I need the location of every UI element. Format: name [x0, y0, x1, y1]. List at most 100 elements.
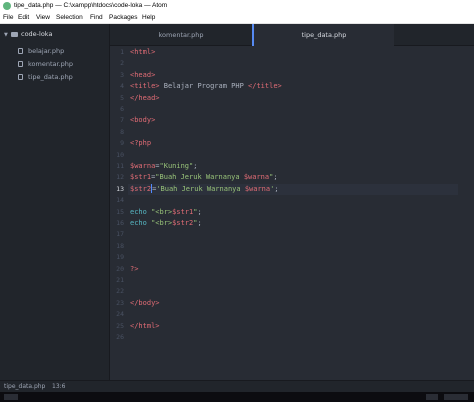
- editor-scrollbar[interactable]: [466, 46, 474, 380]
- code-token: ?>: [130, 264, 139, 273]
- line-number: 18: [116, 241, 124, 250]
- code-token: $str1: [172, 207, 194, 216]
- code-token: $warna: [243, 173, 270, 182]
- code-token: </body>: [130, 298, 160, 307]
- chevron-down-icon: ▼: [4, 32, 8, 38]
- code-token: $warna: [244, 184, 271, 193]
- code-token: ;: [197, 219, 202, 227]
- code-line[interactable]: <head>: [130, 70, 460, 81]
- line-number: 15: [116, 207, 124, 216]
- code-line[interactable]: echo "<br>$str2";: [130, 218, 460, 229]
- code-token: $str2: [172, 219, 194, 227]
- line-number: 6: [120, 105, 124, 113]
- code-token: ;: [193, 162, 198, 170]
- line-number: 12: [116, 173, 124, 182]
- line-number: 5: [120, 93, 124, 102]
- project-folder[interactable]: ▼ code-loka: [4, 30, 52, 38]
- menu-file[interactable]: File: [3, 12, 13, 24]
- line-number: 19: [116, 253, 124, 262]
- project-folder-label: code-loka: [21, 30, 53, 38]
- line-number: 23: [116, 298, 124, 307]
- status-bar: tipe_data.php 13:6: [0, 380, 474, 392]
- code-token: <title>: [130, 82, 160, 91]
- line-number: 7: [120, 116, 124, 125]
- menu-view[interactable]: View: [36, 12, 50, 24]
- code-line[interactable]: <?php: [130, 138, 460, 149]
- taskbar-item[interactable]: [426, 394, 438, 400]
- code-token: $str1: [130, 173, 152, 182]
- line-number: 4: [120, 82, 124, 91]
- code-token: ;: [197, 207, 202, 216]
- line-number: 11: [116, 162, 124, 170]
- line-number: 17: [116, 230, 124, 239]
- menu-help[interactable]: Help: [142, 12, 155, 24]
- file-icon: [18, 61, 23, 67]
- code-token: "<br>: [151, 219, 173, 227]
- code-token: ;: [273, 173, 278, 182]
- code-token: <head>: [130, 70, 156, 79]
- code-line[interactable]: $str1="Buah Jeruk Warnanya $warna";: [130, 172, 460, 183]
- menu-find[interactable]: Find: [90, 12, 103, 24]
- code-line[interactable]: $warna="Kuning";: [130, 161, 460, 172]
- folder-icon: [11, 31, 18, 37]
- line-number: 9: [120, 139, 124, 148]
- line-number: 16: [116, 219, 124, 227]
- code-line[interactable]: <body>: [130, 115, 460, 126]
- code-token: $warna: [130, 162, 156, 170]
- tree-view: ▼ code-loka belajar.php komentar.php tipe…: [0, 24, 110, 380]
- atom-icon: [3, 2, 11, 10]
- line-number: 1: [120, 48, 124, 56]
- file-icon: [18, 48, 23, 54]
- tree-file-label: komentar.php: [28, 60, 74, 68]
- line-number-gutter: 1 2 3 4 5 6 7 8 9 10 11 12 13 14 15 16 17 18 19 20 21 22 23 24 2…: [110, 46, 128, 380]
- tab-tipe-data[interactable]: tipe_data.php: [252, 24, 394, 46]
- menu-selection[interactable]: Selection: [56, 12, 83, 24]
- line-number: 25: [116, 321, 124, 330]
- line-number: 2: [120, 59, 124, 68]
- window-title: tipe_data.php — C:\xampp\htdocs\code-lok…: [14, 2, 168, 9]
- code-line[interactable]: </body>: [130, 298, 460, 309]
- line-number: 3: [120, 70, 124, 79]
- taskbar-item[interactable]: [4, 394, 18, 400]
- code-line[interactable]: $str2='Buah Jeruk Warnanya $warna';: [128, 183, 458, 196]
- line-number: 21: [116, 276, 124, 284]
- code-token: <html>: [130, 48, 156, 56]
- tab-komentar[interactable]: komentar.php: [110, 24, 252, 46]
- code-token: echo: [130, 207, 152, 216]
- code-editor[interactable]: 1 2 3 4 5 6 7 8 9 10 11 12 13 14 15 16 17 18 19 20 21 22 23 24 2…: [110, 46, 474, 380]
- code-token: echo: [130, 219, 152, 227]
- line-number: 20: [116, 264, 124, 273]
- code-line[interactable]: echo "<br>$str1";: [130, 207, 460, 218]
- tree-file-label: tipe_data.php: [28, 73, 73, 81]
- line-number: 8: [120, 127, 124, 136]
- code-token: Belajar Program PHP: [159, 82, 249, 91]
- code-token: $str2: [130, 184, 152, 193]
- line-number: 13: [116, 184, 124, 193]
- line-number: 26: [116, 333, 124, 341]
- menu-bar: File Edit View Selection Find Packages H…: [0, 12, 474, 24]
- code-line[interactable]: <html>: [130, 47, 460, 58]
- menu-edit[interactable]: Edit: [18, 12, 29, 24]
- menu-packages[interactable]: Packages: [109, 12, 138, 24]
- code-token: </title>: [248, 82, 282, 91]
- line-number: 22: [116, 287, 124, 296]
- taskbar-item[interactable]: [444, 394, 468, 400]
- code-token: ;: [274, 184, 279, 193]
- code-token: "Kuning": [159, 162, 194, 170]
- code-line[interactable]: </head>: [130, 93, 460, 104]
- code-line[interactable]: ?>: [130, 264, 460, 275]
- code-token: <body>: [130, 116, 156, 125]
- tab-bar: komentar.php tipe_data.php: [110, 24, 474, 46]
- line-number: 10: [116, 150, 124, 159]
- tree-file-belajar[interactable]: belajar.php: [18, 47, 64, 55]
- code-line[interactable]: </html>: [130, 321, 460, 332]
- line-number: 14: [116, 196, 124, 205]
- tree-file-tipe-data[interactable]: tipe_data.php: [18, 73, 73, 81]
- taskbar: [0, 392, 474, 402]
- code-line[interactable]: <title> Belajar Program PHP </title>: [130, 81, 460, 92]
- code-token: 'Buah Jeruk Warnanya: [156, 184, 245, 193]
- code-token: <?php: [130, 139, 152, 148]
- file-icon: [18, 74, 23, 80]
- code-token: "Buah Jeruk Warnanya: [155, 173, 244, 182]
- tree-file-komentar[interactable]: komentar.php: [18, 60, 73, 68]
